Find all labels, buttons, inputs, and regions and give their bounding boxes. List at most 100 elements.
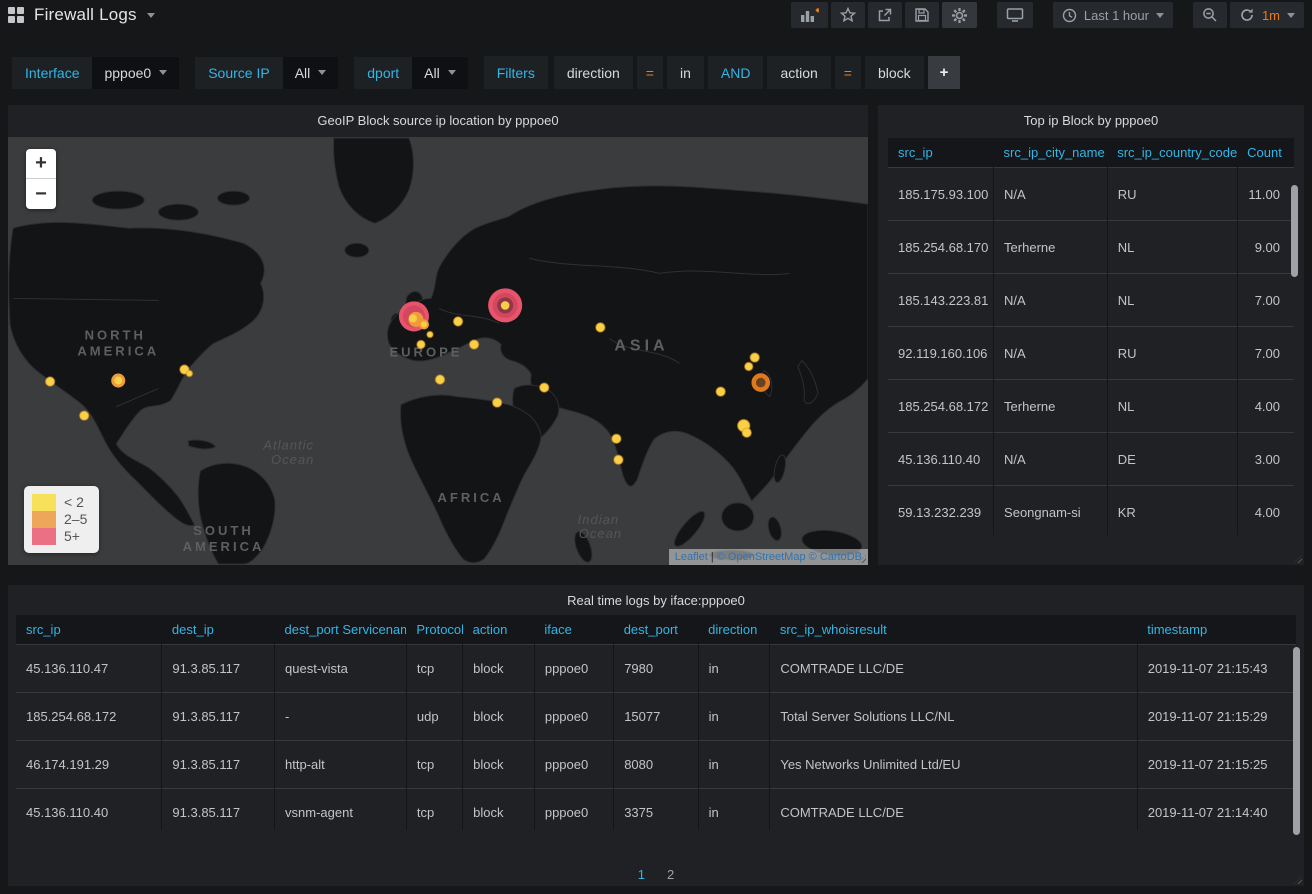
map-legend: < 22–55+ [24,486,99,553]
panel-resize-handle[interactable] [1294,555,1302,563]
panel-title[interactable]: Real time logs by iface:pppoe0 [8,585,1304,615]
filter-segment-key[interactable]: direction [554,56,633,89]
column-header[interactable]: direction [698,615,770,645]
add-filter-button[interactable]: + [928,56,961,89]
refresh-button[interactable]: 1m [1230,2,1304,28]
filter-segment-cond[interactable]: AND [708,56,764,89]
map-marker-dot[interactable] [612,434,621,443]
title-caret-icon[interactable] [147,13,155,18]
filter-segment-value[interactable]: block [865,56,924,89]
tv-mode-button[interactable] [997,2,1033,28]
column-header[interactable]: iface [534,615,613,645]
map-marker-dot[interactable] [742,428,751,437]
map-label: Ocean [271,452,314,467]
table-cell: http-alt [275,741,407,789]
top-ip-panel: Top ip Block by pppoe0 src_ipsrc_ip_city… [878,105,1304,565]
panel-title[interactable]: Top ip Block by pppoe0 [878,105,1304,135]
star-button[interactable] [831,2,865,28]
filter-segment-key[interactable]: action [767,56,830,89]
world-map[interactable]: NORTHAMERICAEUROPEASIAAFRICASOUTHAMERICA… [8,137,868,565]
table-cell: 15077 [614,693,698,741]
table-cell: block [463,693,535,741]
interface-select[interactable]: pppoe0 [92,57,179,89]
filter-segment-value[interactable]: in [667,56,704,89]
column-header[interactable]: timestamp [1137,615,1296,645]
time-range-button[interactable]: Last 1 hour [1053,2,1173,28]
adhoc-filters: Filters direction=inANDaction=block + [484,56,965,89]
panel-title[interactable]: GeoIP Block source ip location by pppoe0 [8,105,868,135]
map-label: EUROPE [389,345,462,360]
refresh-caret-icon[interactable] [1287,13,1295,18]
table-cell: in [698,741,770,789]
cartodb-link[interactable]: © CartoDB [809,551,862,563]
add-panel-button[interactable] [791,2,828,28]
column-header[interactable]: src_ip_country_code [1107,138,1237,168]
page-link-1[interactable]: 1 [638,867,645,882]
column-header[interactable]: src_ip_city_name [994,138,1108,168]
map-marker-dot[interactable] [493,398,502,407]
column-header[interactable]: dest_port Servicename [275,615,407,645]
share-button[interactable] [868,2,902,28]
time-range-label: Last 1 hour [1084,8,1149,23]
map-marker-dot[interactable] [186,371,192,377]
scrollbar-thumb[interactable] [1291,185,1298,277]
table-cell: 92.119.160.106 [888,327,994,380]
column-header[interactable]: src_ip [16,615,162,645]
table-row: 46.174.191.2991.3.85.117http-alttcpblock… [16,741,1296,789]
openstreetmap-link[interactable]: © OpenStreetMap [717,551,806,563]
map-marker-cluster-ru[interactable] [488,288,522,322]
map-marker-dot[interactable] [614,455,623,464]
map-zoom-in-button[interactable]: + [26,149,56,179]
top-bar: Firewall Logs [0,0,1312,30]
source-ip-select[interactable]: All [283,57,339,89]
map-marker-dot[interactable] [435,375,444,384]
map-marker-dot[interactable] [454,317,463,326]
template-variables-row: Interface pppoe0 Source IP All dport All… [12,56,964,89]
map-marker-dot[interactable] [46,377,55,386]
column-header[interactable]: src_ip_whoisresult [770,615,1137,645]
dport-label: dport [354,57,412,89]
map-marker-dot[interactable] [750,353,759,362]
map-zoom-out-button[interactable]: − [26,179,56,209]
table-cell: 46.174.191.29 [16,741,162,789]
column-header[interactable]: action [463,615,535,645]
refresh-interval-label[interactable]: 1m [1262,8,1280,23]
map-marker-donut[interactable] [754,376,768,390]
map-marker-dot-ringed[interactable] [113,375,124,386]
column-header[interactable]: dest_ip [162,615,275,645]
column-header[interactable]: Protocol [406,615,462,645]
page-link-2[interactable]: 2 [667,867,674,882]
filter-segment-op[interactable]: = [637,56,663,89]
zoom-out-icon [1202,7,1218,23]
map-marker-cluster-uk[interactable] [399,301,429,331]
scrollbar-thumb[interactable] [1293,647,1300,835]
dport-select[interactable]: All [412,57,468,89]
map-marker-dot[interactable] [427,331,433,337]
source-ip-label: Source IP [195,57,282,89]
table-cell: 59.13.232.239 [888,486,994,536]
map-marker-dot[interactable] [596,323,605,332]
variable-dport: dport All [354,57,467,89]
settings-button[interactable] [942,2,977,28]
column-header[interactable]: Count [1237,138,1294,168]
map-marker-dot[interactable] [80,411,89,420]
column-header[interactable]: dest_port [614,615,698,645]
map-marker-dot[interactable] [716,387,725,396]
column-header[interactable]: src_ip [888,138,994,168]
map-label: SOUTH [193,523,254,538]
map-marker-dot[interactable] [745,363,753,371]
table-cell: 9.00 [1237,221,1294,274]
filter-segment-op[interactable]: = [835,56,861,89]
table-cell: NL [1107,380,1237,433]
map-marker-dot[interactable] [540,383,549,392]
zoom-out-time-button[interactable] [1193,2,1227,28]
map-marker-dot[interactable] [417,340,425,348]
dashboards-icon[interactable] [8,7,24,23]
leaflet-link[interactable]: Leaflet [675,551,708,563]
table-row: 45.136.110.4791.3.85.117quest-vistatcpbl… [16,645,1296,693]
geoip-map-panel: GeoIP Block source ip location by pppoe0 [8,105,868,565]
map-marker-dot[interactable] [470,340,479,349]
dashboard-title[interactable]: Firewall Logs [34,5,137,25]
map-attribution: Leaflet | © OpenStreetMap © CartoDB [669,549,868,565]
save-button[interactable] [905,2,939,28]
